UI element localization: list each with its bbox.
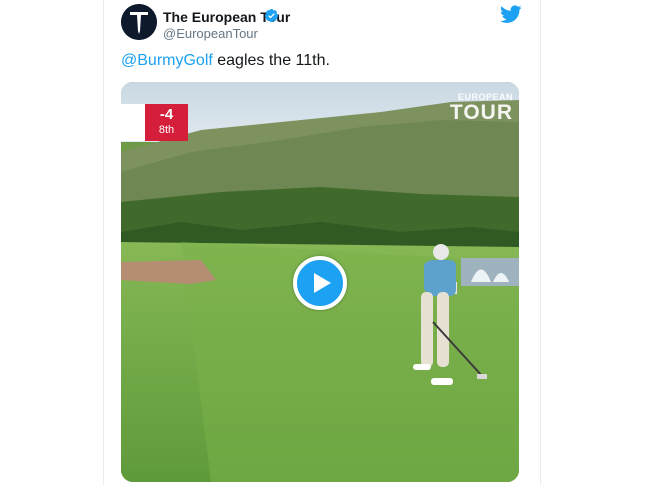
tweet-header: The European Tour @EuropeanTour	[121, 4, 529, 44]
avatar[interactable]	[121, 4, 157, 40]
hole-label: 8th	[158, 124, 175, 136]
video-player[interactable]: -4 8th EUROPEAN TOUR	[121, 82, 519, 482]
score-value: -4	[159, 106, 174, 123]
european-tour-watermark: EUROPEAN TOUR	[450, 92, 513, 124]
play-icon	[314, 273, 331, 293]
account-handle[interactable]: @EuropeanTour	[163, 26, 258, 41]
avatar-logo	[121, 4, 157, 40]
score-graphic-red: -4 8th	[145, 104, 188, 141]
tweet-text: @BurmyGolf eagles the 11th.	[121, 52, 330, 70]
play-button[interactable]	[293, 256, 347, 310]
score-graphic-white	[121, 104, 145, 141]
watermark-bottom: TOUR	[449, 101, 513, 124]
verified-badge-icon	[264, 8, 279, 23]
tweet-body: eagles the 11th.	[212, 52, 330, 69]
twitter-bird-icon[interactable]	[500, 5, 522, 24]
score-graphic: -4 8th	[121, 104, 188, 141]
mention-link[interactable]: @BurmyGolf	[121, 52, 213, 69]
